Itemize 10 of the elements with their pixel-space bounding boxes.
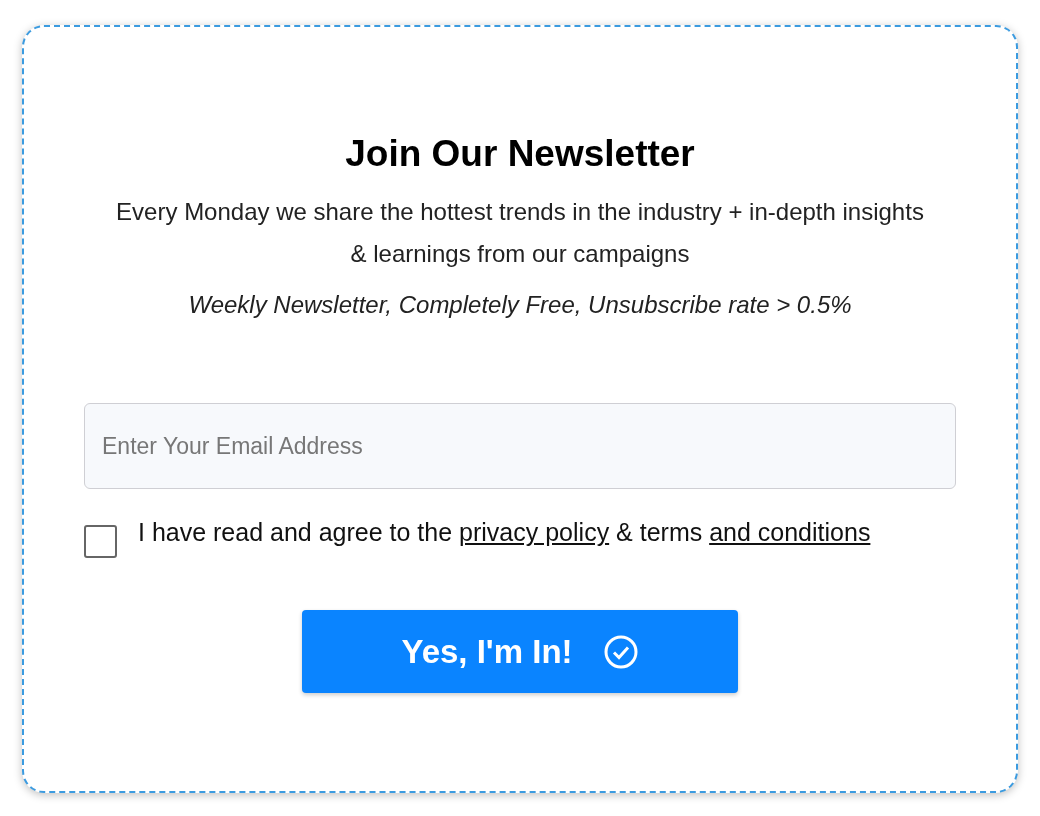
consent-checkbox[interactable] xyxy=(84,525,117,559)
email-field[interactable]: Enter Your Email Address xyxy=(84,403,956,490)
check-circle-icon xyxy=(602,633,639,670)
consent-link[interactable]: and conditions xyxy=(709,518,871,547)
newsletter-description: Every Monday we share the hottest trends in the industry + in-depth insights & learnings from our campaigns xyxy=(115,197,925,270)
consent-link[interactable]: privacy policy xyxy=(459,518,610,547)
submit-button[interactable]: Yes, I'm In! xyxy=(302,610,738,694)
consent-text: I have read and agree to the privacy policy & terms and conditions xyxy=(138,519,872,547)
newsletter-title: Join Our Newsletter xyxy=(345,132,695,176)
newsletter-tagline: Weekly Newsletter, Completely Free, Unsubscribe rate > 0.5% xyxy=(188,290,852,321)
